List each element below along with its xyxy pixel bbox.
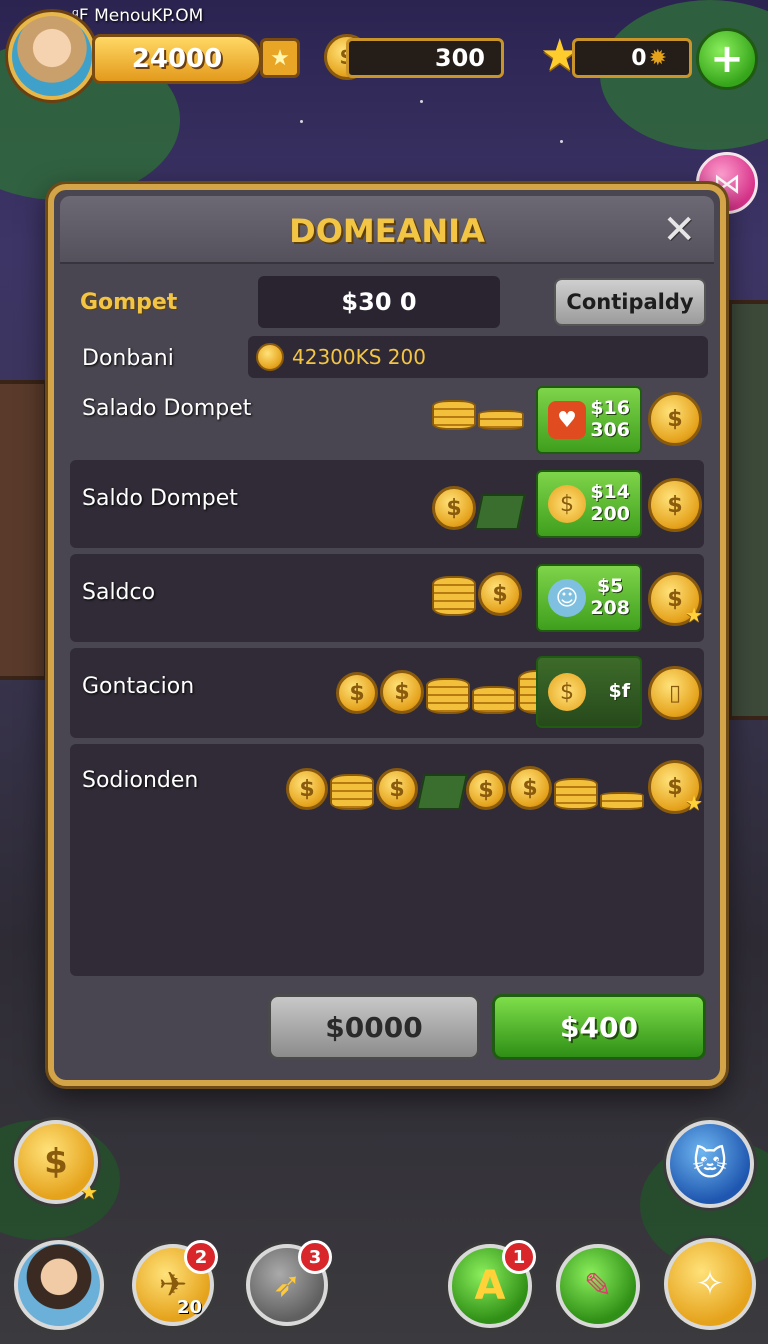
offer-price: $14 200 <box>590 481 630 526</box>
coin-pile: $ $ $ $ <box>286 766 644 810</box>
offer-price-top: $f <box>608 680 631 703</box>
offer-price-top: $5 <box>596 575 624 598</box>
offer-price-top: $14 <box>590 481 630 504</box>
star-counter-value: 0 <box>631 45 647 71</box>
notification-badge: 1 <box>502 1240 536 1274</box>
offer-price-bottom: 306 <box>590 419 630 441</box>
coin-icon: $ <box>548 485 586 523</box>
gold-counter: 24000 <box>92 34 262 84</box>
coin-star-button[interactable]: $ ★ <box>14 1120 98 1204</box>
cat-icon: 🐱 <box>692 1144 728 1184</box>
offer-card[interactable]: ♥ $16 306 <box>536 386 642 454</box>
wallet-value: $30 0 <box>258 276 500 328</box>
map-count: 20 <box>176 1297 202 1318</box>
achievement-button[interactable]: A 1 <box>448 1240 536 1328</box>
offer-card[interactable]: ☺ $5 208 <box>536 564 642 632</box>
notification-badge: 2 <box>184 1240 218 1274</box>
star-counter: 0 ✹ <box>572 38 692 78</box>
row-label: Sodionden <box>82 768 199 793</box>
close-icon[interactable]: ✕ <box>662 210 696 250</box>
coin-pile: $ <box>432 486 526 530</box>
profile-button[interactable] <box>14 1240 104 1330</box>
panel-header: DOMEANIA ✕ <box>60 196 714 264</box>
offer-price-top: $16 <box>590 397 630 420</box>
row-label: Gontacion <box>82 674 195 699</box>
shop-panel: DOMEANIA ✕ Gompet $30 0 Contipaldy Donba… <box>48 184 726 1086</box>
offer-card[interactable]: $ $14 200 <box>536 470 642 538</box>
star-icon[interactable]: ★ <box>260 38 300 78</box>
player-avatar[interactable] <box>8 12 96 100</box>
row-label: Saldo Dompet <box>82 486 238 511</box>
coin-star-icon: $ ★ <box>648 760 703 815</box>
gear-icon: ✹ <box>648 45 667 71</box>
offer-price-bottom: 200 <box>590 503 630 525</box>
coin-icon: $ <box>648 478 702 532</box>
rocket-icon: ➶ <box>272 1265 302 1305</box>
coin-pile: $ <box>432 572 522 616</box>
edit-button[interactable]: ✎ <box>556 1244 640 1328</box>
offer-price: $16 306 <box>590 397 630 442</box>
row-label: Salado Dompet <box>82 396 252 421</box>
coin-star-icon: $ ★ <box>648 572 703 627</box>
green-price-button[interactable]: $400 <box>492 994 706 1060</box>
avatar-icon: ☺ <box>548 579 586 617</box>
spin-button[interactable]: ✧ <box>664 1238 756 1330</box>
balance-value: 42300KS 200 <box>292 345 426 369</box>
spinning-top-icon: ✧ <box>695 1264 725 1304</box>
panel-title: DOMEANIA <box>289 212 485 250</box>
site-label: ᵍF MenouKP.OM <box>72 6 204 26</box>
grey-price-button[interactable]: $0000 <box>268 994 480 1060</box>
heart-icon: ♥ <box>548 401 586 439</box>
coin-icon <box>256 343 284 371</box>
star-icon: ★ <box>80 1180 98 1204</box>
coin-pile: $ $ <box>336 670 562 714</box>
balance-bar: 42300KS 200 <box>248 336 708 378</box>
coin-icon: $ <box>648 392 702 446</box>
offer-card[interactable]: $ $f <box>536 656 642 728</box>
wallet-label: Gompet <box>80 290 178 315</box>
pet-button[interactable]: 🐱 <box>666 1120 754 1208</box>
balance-label: Donbani <box>82 346 174 371</box>
rocket-button[interactable]: ➶ 3 <box>246 1240 332 1326</box>
coin-icon: $ <box>548 673 586 711</box>
wallet-button[interactable]: Contipaldy <box>554 278 706 326</box>
pencil-icon: ✎ <box>583 1266 613 1306</box>
offer-price: $f <box>608 680 631 703</box>
letter-a-icon: A <box>474 1263 506 1309</box>
coin-counter: 300 <box>346 38 504 78</box>
coin-pile <box>432 400 524 430</box>
top-bar: ᵍF MenouKP.OM 24000 ★ $ 300 ★ 0✹ + <box>0 0 768 110</box>
coin-icon: $ <box>44 1142 68 1182</box>
map-button[interactable]: ✈ 2 20 <box>132 1240 218 1326</box>
ticket-coin-icon: ▯ <box>648 666 702 720</box>
offer-price-bottom: 208 <box>590 597 630 619</box>
add-currency-button[interactable]: + <box>696 28 758 90</box>
row-label: Saldco <box>82 580 156 605</box>
notification-badge: 3 <box>298 1240 332 1274</box>
offer-price: $5 208 <box>590 575 630 620</box>
